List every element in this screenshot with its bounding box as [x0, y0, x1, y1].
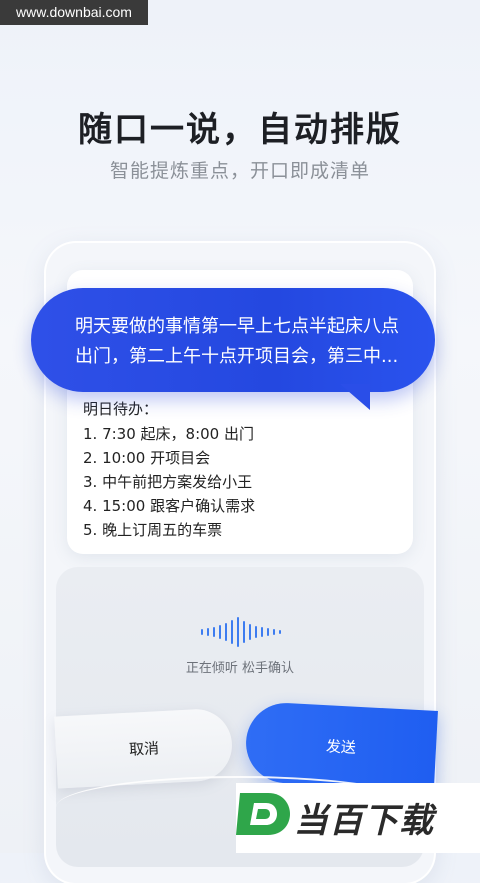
bubble-text-line-1: 明天要做的事情第一早上七点半起床八点 [75, 316, 399, 337]
listening-status: 正在倾听 松手确认 [185, 661, 295, 676]
page-title: 随口一说，自动排版 [78, 110, 402, 150]
note-title: 明日待办： [83, 400, 159, 418]
brand-name: 当百下载 [294, 801, 434, 841]
list-item: 5. 晚上订周五的车票 [83, 521, 223, 539]
list-item: 3. 中午前把方案发给小王 [83, 473, 253, 491]
list-item: 1. 7:30 起床，8:00 出门 [83, 425, 254, 443]
bubble-tail [340, 384, 370, 410]
speech-bubble: 明天要做的事情第一早上七点半起床八点 出门，第二上午十点开项目会，第三中... [31, 288, 435, 392]
page-subtitle: 智能提炼重点，开口即成清单 [109, 160, 370, 182]
list-item: 4. 15:00 跟客户确认需求 [83, 497, 256, 515]
voice-waveform-icon [201, 617, 281, 647]
site-watermark: www.downbai.com [0, 0, 148, 25]
list-item: 2. 10:00 开项目会 [83, 449, 211, 467]
bubble-text-line-2: 出门，第二上午十点开项目会，第三中... [75, 346, 399, 367]
brand-logo-icon [236, 793, 290, 835]
todo-list: 1. 7:30 起床，8:00 出门 2. 10:00 开项目会 3. 中午前把… [83, 422, 255, 542]
